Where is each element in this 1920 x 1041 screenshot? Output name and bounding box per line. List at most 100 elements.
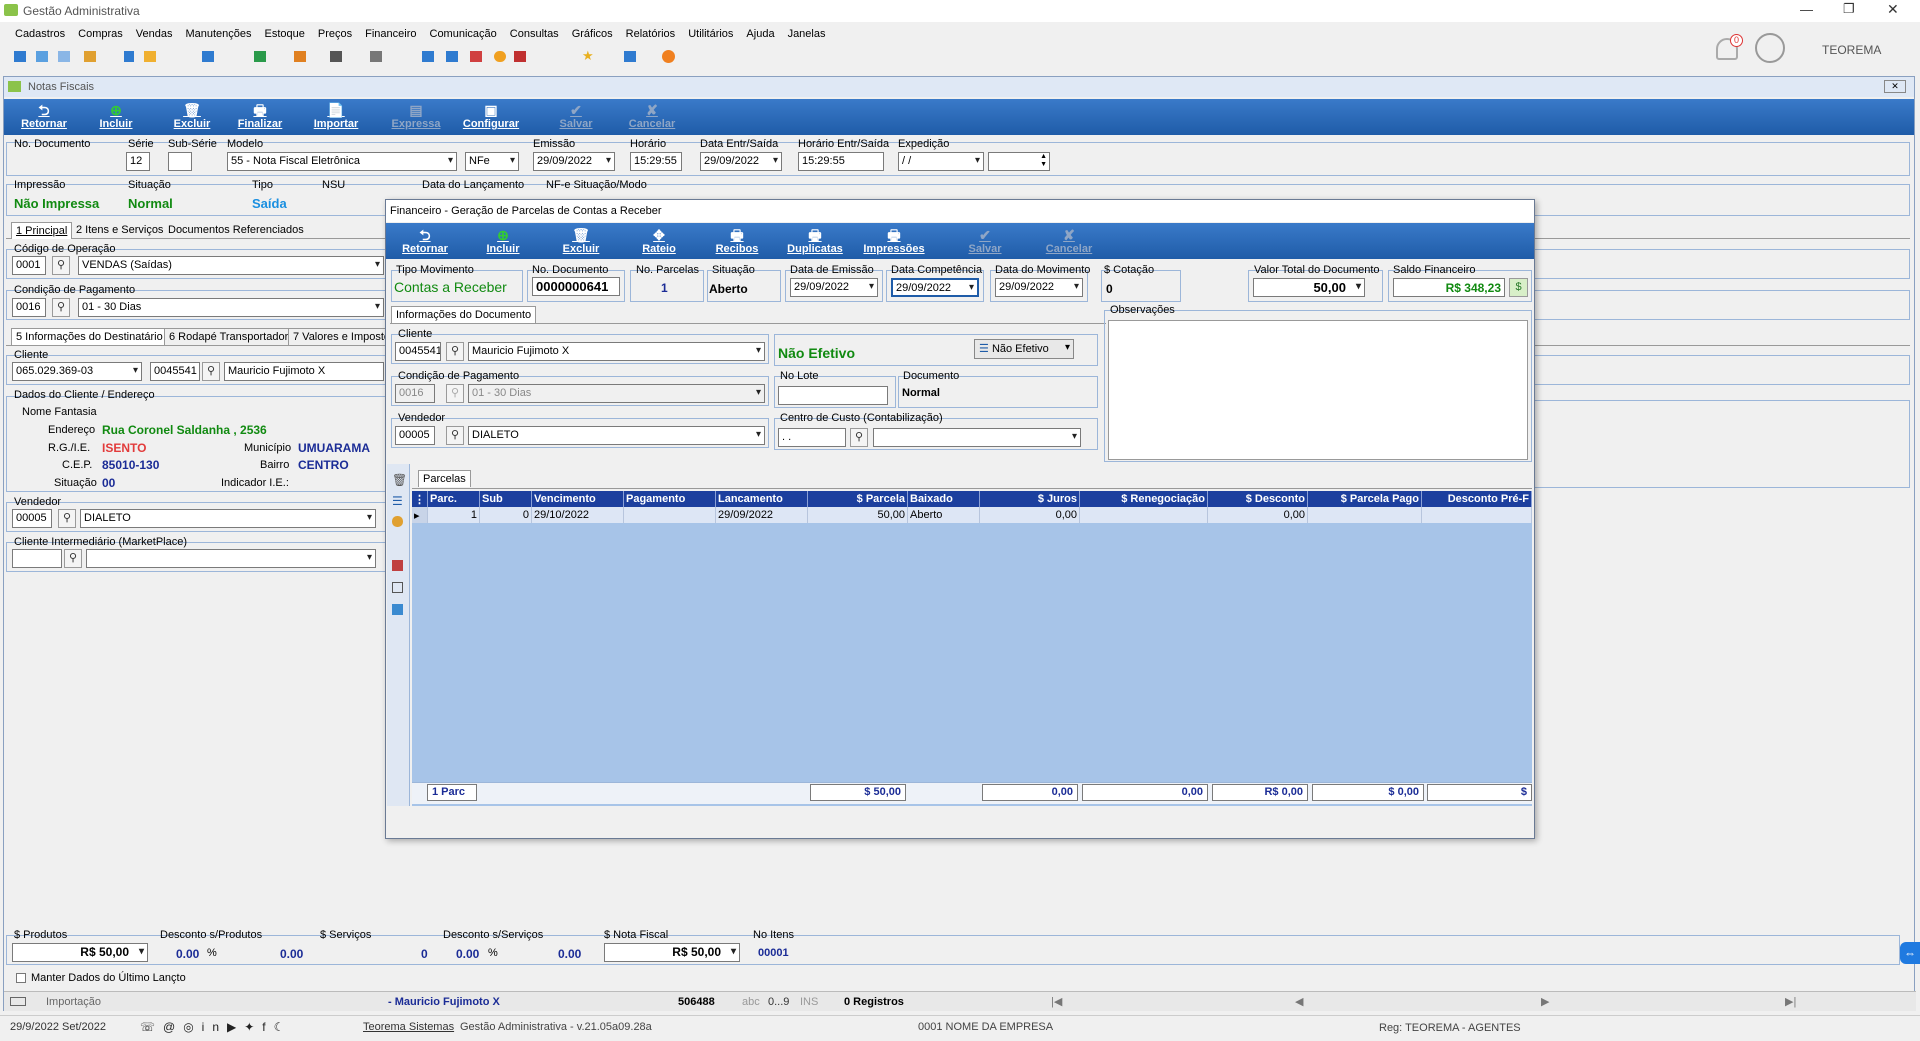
nfe-select[interactable]: NFe — [465, 152, 519, 171]
cliente-search-icon[interactable]: ⚲ — [202, 362, 220, 381]
menu-relatorios[interactable]: Relatórios — [626, 28, 676, 40]
cod-op-search-icon[interactable]: ⚲ — [52, 256, 70, 275]
quick-icon-7[interactable] — [202, 51, 214, 62]
hora-es-field[interactable]: 15:29:55 — [798, 152, 884, 171]
quick-icon-16[interactable] — [514, 51, 526, 62]
quick-icon-5[interactable] — [124, 51, 134, 62]
fin-cancelar-button[interactable]: ✘ Cancelar — [1036, 227, 1102, 255]
social-icons[interactable]: ☏@◎in▶✦f☾ — [140, 1020, 292, 1034]
keyboard-icon[interactable] — [10, 997, 26, 1006]
col-lancamento[interactable]: Lancamento — [715, 491, 808, 507]
menu-estoque[interactable]: Estoque — [265, 28, 305, 40]
print-preview-icon[interactable] — [392, 582, 403, 593]
menu-vendas[interactable]: Vendas — [136, 28, 173, 40]
menu-janelas[interactable]: Janelas — [788, 28, 826, 40]
cell-desconto-pre[interactable] — [1421, 507, 1532, 523]
expedicao-time-spinner[interactable]: ▲ ▼ — [988, 152, 1050, 171]
col-parc[interactable]: Parc. — [427, 491, 480, 507]
efetivo-button[interactable]: ☰ Não Efetivo ▾ — [974, 339, 1074, 359]
tab-info-documento[interactable]: Informações do Documento — [391, 306, 537, 323]
col-desconto[interactable]: $ Desconto — [1207, 491, 1308, 507]
cond-search-icon[interactable]: ⚲ — [52, 298, 70, 317]
calendar-icon[interactable] — [392, 560, 403, 571]
quick-icon-6[interactable] — [144, 51, 156, 62]
menu-compras[interactable]: Compras — [78, 28, 123, 40]
nav-first-icon[interactable]: |◀ — [1051, 995, 1062, 1008]
company-link[interactable]: Teorema Sistemas — [363, 1021, 454, 1033]
fin-cliente-select[interactable]: Mauricio Fujimoto X — [468, 342, 765, 361]
cell-parcela[interactable]: 50,00 — [807, 507, 908, 523]
tab-destinatario[interactable]: 5 Informações do Destinatário — [11, 328, 168, 345]
quick-icon-2[interactable] — [36, 51, 48, 62]
nav-prev-icon[interactable]: ◀ — [1295, 995, 1303, 1008]
col-parcela[interactable]: $ Parcela — [807, 491, 908, 507]
teamviewer-icon[interactable]: ⇔ — [1900, 942, 1920, 964]
col-sub[interactable]: Sub — [479, 491, 532, 507]
cond-select[interactable]: 01 - 30 Dias — [78, 298, 384, 317]
tab-itens-servicos[interactable]: 2 Itens e Serviços — [72, 222, 168, 238]
cell-pagamento[interactable] — [623, 507, 716, 523]
cell-desconto[interactable]: 0,00 — [1207, 507, 1308, 523]
star-icon[interactable]: ★ — [582, 48, 594, 64]
emissao-date[interactable]: 29/09/2022 — [533, 152, 615, 171]
menu-graficos[interactable]: Gráficos — [572, 28, 613, 40]
menu-financeiro[interactable]: Financeiro — [365, 28, 416, 40]
fin-vendedor-code[interactable]: 00005 — [395, 426, 435, 445]
quick-icon-17[interactable] — [624, 51, 636, 62]
fin-duplicatas-button[interactable]: 🖶 Duplicatas — [780, 227, 850, 255]
quick-icon-9[interactable] — [294, 51, 306, 62]
table-row[interactable]: ▸ 1 0 29/10/2022 29/09/2022 50,00 Aberto… — [412, 507, 1532, 523]
fin-vendedor-select[interactable]: DIALETO — [468, 426, 765, 445]
no-lote-field[interactable] — [778, 386, 888, 405]
fin-excluir-button[interactable]: 🗑 Excluir — [548, 227, 614, 255]
nota-field[interactable]: R$ 50,00 — [604, 943, 740, 962]
saldo-money-icon[interactable]: $ — [1509, 278, 1528, 297]
list-lines-icon[interactable]: ☰ — [392, 494, 403, 508]
fin-cond-code[interactable]: 0016 — [395, 384, 435, 403]
cli-inter-search-icon[interactable]: ⚲ — [64, 549, 82, 568]
cell-baixado[interactable]: Aberto — [907, 507, 980, 523]
cell-juros[interactable]: 0,00 — [979, 507, 1080, 523]
quick-icon-11[interactable] — [370, 51, 382, 62]
col-desconto-pre[interactable]: Desconto Pré-F — [1421, 491, 1532, 507]
expedicao-date[interactable]: / / — [898, 152, 984, 171]
fin-rateio-button[interactable]: ✥ Rateio — [626, 227, 692, 255]
col-pagamento[interactable]: Pagamento — [623, 491, 716, 507]
col-parcela-pago[interactable]: $ Parcela Pago — [1307, 491, 1422, 507]
valor-total-field[interactable]: 50,00 — [1253, 278, 1365, 297]
cell-sub[interactable]: 0 — [479, 507, 532, 523]
cell-parcela-pago[interactable] — [1307, 507, 1422, 523]
centro-search-icon[interactable]: ⚲ — [850, 428, 868, 447]
quick-icon-12[interactable] — [422, 51, 434, 62]
trash-icon[interactable]: 🗑 — [392, 473, 407, 487]
coin-icon[interactable] — [392, 516, 403, 527]
nav-last-icon[interactable]: ▶| — [1785, 995, 1796, 1008]
serie-field[interactable]: 12 — [126, 152, 150, 171]
cod-op-code[interactable]: 0001 — [12, 256, 46, 275]
horario-field[interactable]: 15:29:55 — [630, 152, 682, 171]
centro-select[interactable] — [873, 428, 1081, 447]
menu-comunicacao[interactable]: Comunicação — [430, 28, 497, 40]
produtos-field[interactable]: R$ 50,00 — [12, 943, 148, 962]
menu-precos[interactable]: Preços — [318, 28, 352, 40]
obs-textarea[interactable] — [1108, 320, 1528, 460]
centro-code[interactable]: . . — [778, 428, 846, 447]
fin-cliente-search-icon[interactable]: ⚲ — [446, 342, 464, 361]
col-renegociacao[interactable]: $ Renegociação — [1079, 491, 1208, 507]
vendedor-code[interactable]: 00005 — [12, 509, 52, 528]
minimize-icon[interactable]: — — [1800, 2, 1813, 17]
fin-vendedor-search-icon[interactable]: ⚲ — [446, 426, 464, 445]
cell-renegociacao[interactable] — [1079, 507, 1208, 523]
restore-icon[interactable]: ❐ — [1843, 1, 1855, 17]
fin-cond-select[interactable]: 01 - 30 Dias — [468, 384, 765, 403]
quick-icon-13[interactable] — [446, 51, 458, 62]
tab-valores-impostos[interactable]: 7 Valores e Impostos — [288, 328, 401, 345]
nf-cancelar-button[interactable]: ✘ Cancelar — [620, 102, 684, 130]
manter-checkbox[interactable] — [16, 973, 26, 983]
user-avatar-icon[interactable] — [1755, 33, 1785, 63]
quick-icon-8[interactable] — [254, 51, 266, 62]
menu-utilitarios[interactable]: Utilitários — [688, 28, 733, 40]
grid-icon[interactable] — [392, 604, 403, 615]
data-em-date[interactable]: 29/09/2022 — [790, 278, 878, 297]
tab-rodape-transportador[interactable]: 6 Rodapé Transportador — [164, 328, 294, 345]
